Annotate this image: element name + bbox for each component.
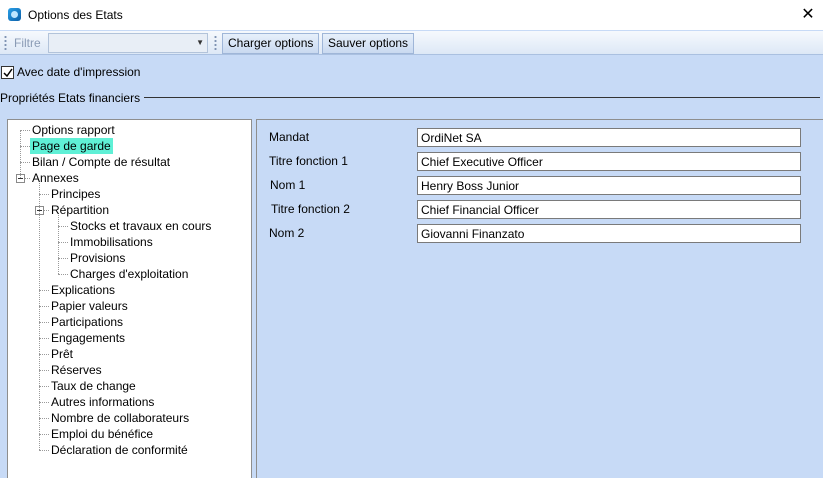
field-input[interactable] [417,176,801,195]
tree-item[interactable]: Immobilisations [70,234,153,250]
group-title: Propriétés Etats financiers [0,91,145,105]
field-input[interactable] [417,152,801,171]
tree-connector [20,162,30,163]
tree-connector [20,130,30,131]
tree-item[interactable]: Déclaration de conformité [51,442,188,458]
window-title: Options des Etats [28,8,123,22]
toolbar-grip-icon[interactable] [4,35,7,51]
cover-page-form: Mandat Titre fonction 1 Nom 1 Titre fonctio… [256,119,823,478]
chevron-down-icon[interactable]: ▼ [196,38,204,47]
save-options-button[interactable]: Sauver options [322,33,415,54]
toolbar-grip-icon[interactable] [214,35,217,51]
tree-connector [39,450,49,451]
tree-connector [39,434,49,435]
tree-item[interactable]: Taux de change [51,378,136,394]
tree-item[interactable]: Principes [51,186,100,202]
toolbar: Filtre ▼ Charger options Sauver options [0,31,823,55]
tree-connector [58,258,68,259]
tree-connector [39,322,49,323]
tree-item[interactable]: Papier valeurs [51,298,128,314]
tree-item[interactable]: Bilan / Compte de résultat [32,154,170,170]
tree-item[interactable]: Réserves [51,362,102,378]
tree-connector [39,402,49,403]
tree-item[interactable]: Autres informations [51,394,154,410]
print-date-checkbox[interactable] [1,66,14,79]
tree-item[interactable]: Participations [51,314,123,330]
field-label: Titre fonction 1 [269,154,348,168]
tree-item[interactable]: Stocks et travaux en cours [70,218,211,234]
tree-connector [39,306,49,307]
field-input[interactable] [417,128,801,147]
tree-item[interactable]: Engagements [51,330,125,346]
tree-connector [58,242,68,243]
field-input[interactable] [417,200,801,219]
tree-connector [20,146,30,147]
field-label: Mandat [269,130,310,144]
tree-item[interactable]: Page de garde [30,138,113,154]
tree-connector [39,183,40,450]
tree-item[interactable]: Provisions [70,250,125,266]
tree-item[interactable]: Répartition [51,202,109,218]
tree-connector [39,290,49,291]
field-label: Nom 2 [269,226,305,240]
tree-connector [58,226,68,227]
tree-item[interactable]: Emploi du bénéfice [51,426,153,442]
tree-connector [39,386,49,387]
tree-connector [58,215,59,274]
check-icon [3,68,13,78]
report-tree[interactable]: Options rapport Page de garde Bilan / Comp… [7,119,252,478]
load-options-button[interactable]: Charger options [222,33,320,54]
tree-item[interactable]: Explications [51,282,115,298]
app-icon [8,8,21,21]
tree-connector [39,418,49,419]
field-label: Nom 1 [270,178,306,192]
filter-label: Filtre [14,36,41,50]
tree-connector [39,370,49,371]
field-label: Titre fonction 2 [271,202,350,216]
tree-item[interactable]: Prêt [51,346,73,362]
tree-connector [39,194,49,195]
close-button[interactable]: ✕ [793,0,823,30]
tree-connector [39,338,49,339]
tree-connector [39,354,49,355]
title-bar: Options des Etats ✕ [0,0,823,30]
tree-item[interactable]: Nombre de collaborateurs [51,410,189,426]
tree-connector [58,274,68,275]
tree-connector [20,130,21,178]
field-input[interactable] [417,224,801,243]
tree-item[interactable]: Options rapport [32,122,115,138]
print-date-label: Avec date d'impression [17,65,141,79]
filter-dropdown[interactable]: ▼ [48,33,208,53]
tree-item[interactable]: Charges d'exploitation [70,266,188,282]
